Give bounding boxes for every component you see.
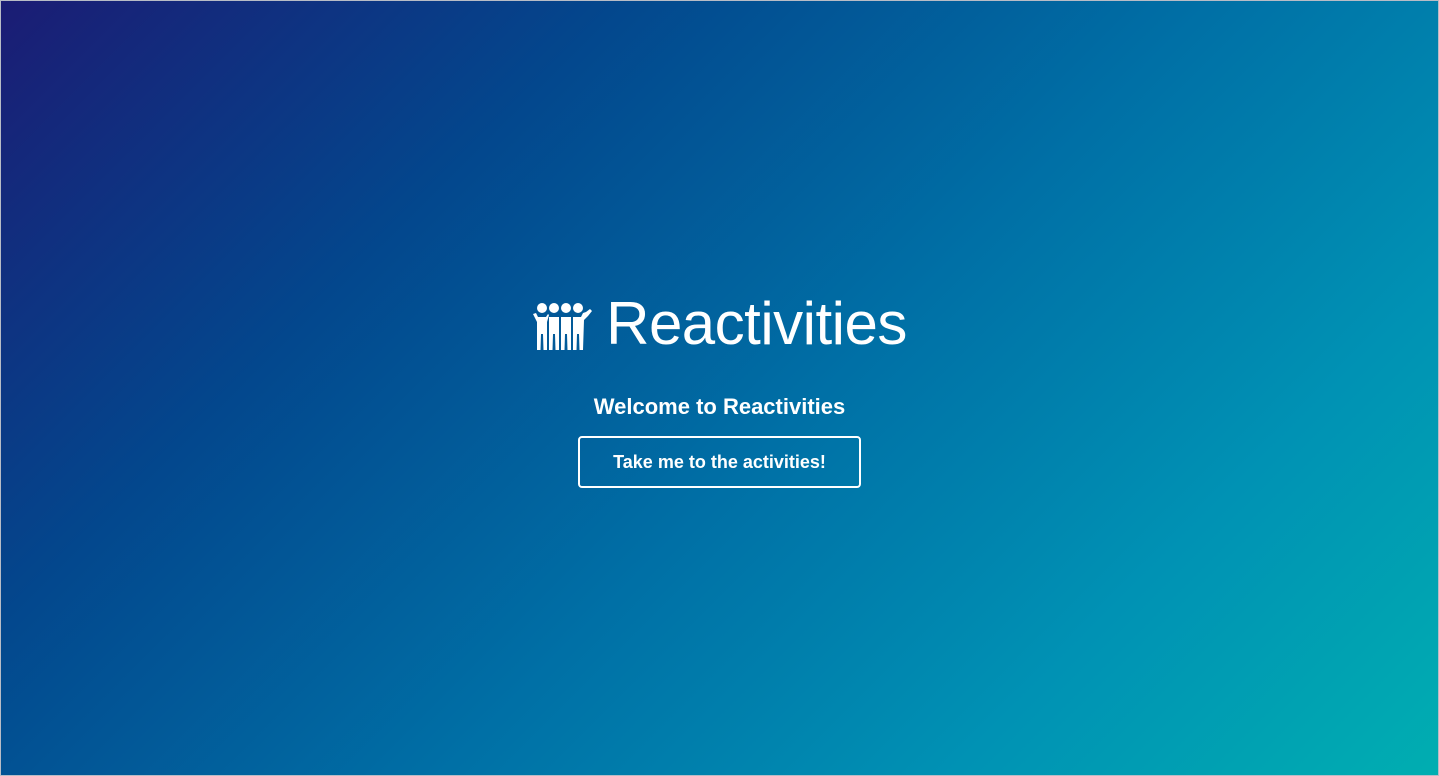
app-title: Reactivities (606, 290, 907, 357)
activities-button[interactable]: Take me to the activities! (578, 436, 861, 488)
masthead: Reactivities Welcome to Reactivities Tak… (0, 0, 1439, 776)
users-icon (533, 303, 593, 350)
welcome-heading: Welcome to Reactivities (593, 394, 846, 419)
hero-container: Reactivities Welcome to Reactivities Tak… (1, 289, 1438, 488)
brand-header: Reactivities (532, 289, 907, 359)
